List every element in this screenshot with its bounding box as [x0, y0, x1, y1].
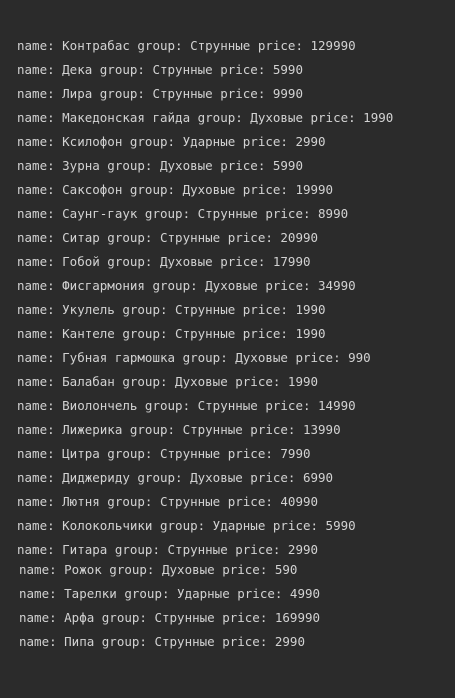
- console-line: name: Контрабас group: Струнные price: 1…: [17, 38, 356, 53]
- console-line: name: Лира group: Струнные price: 9990: [17, 86, 303, 101]
- console-line: name: Лижерика group: Струнные price: 13…: [17, 422, 341, 437]
- console-line: name: Диджериду group: Духовые price: 69…: [17, 470, 334, 485]
- console-line: name: Пипа group: Струнные price: 2990: [19, 634, 305, 649]
- console-line: name: Кантеле group: Струнные price: 199…: [17, 326, 326, 341]
- console-line: name: Виолончель group: Струнные price: …: [17, 398, 356, 413]
- console-line: name: Рожок group: Духовые price: 590: [19, 562, 298, 577]
- console-line: name: Гитара group: Струнные price: 2990: [17, 542, 319, 557]
- console-line: name: Зурна group: Духовые price: 5990: [17, 158, 303, 173]
- console-line: name: Гобой group: Духовые price: 17990: [17, 254, 311, 269]
- console-line: name: Цитра group: Струнные price: 7990: [17, 446, 311, 461]
- console-line: name: Балабан group: Духовые price: 1990: [17, 374, 319, 389]
- console-line: name: Македонская гайда group: Духовые p…: [17, 110, 394, 125]
- console-line: name: Лютня group: Струнные price: 40990: [17, 494, 319, 509]
- console-line: name: Арфа group: Струнные price: 169990: [19, 610, 321, 625]
- console-line: name: Колокольчики group: Ударные price:…: [17, 518, 356, 533]
- console-line: name: Саксофон group: Духовые price: 199…: [17, 182, 334, 197]
- console-line: name: Губная гармошка group: Духовые pri…: [17, 350, 371, 365]
- console-line: name: Дека group: Струнные price: 5990: [17, 62, 303, 77]
- console-output: name: Контрабас group: Струнные price: 1…: [0, 0, 455, 698]
- console-line: name: Фисгармония group: Духовые price: …: [17, 278, 356, 293]
- console-line: name: Укулель group: Струнные price: 199…: [17, 302, 326, 317]
- console-line: name: Ксилофон group: Ударные price: 299…: [17, 134, 326, 149]
- console-line: name: Саунг-гаук group: Струнные price: …: [17, 206, 349, 221]
- console-line: name: Ситар group: Струнные price: 20990: [17, 230, 319, 245]
- console-line: name: Тарелки group: Ударные price: 4990: [19, 586, 321, 601]
